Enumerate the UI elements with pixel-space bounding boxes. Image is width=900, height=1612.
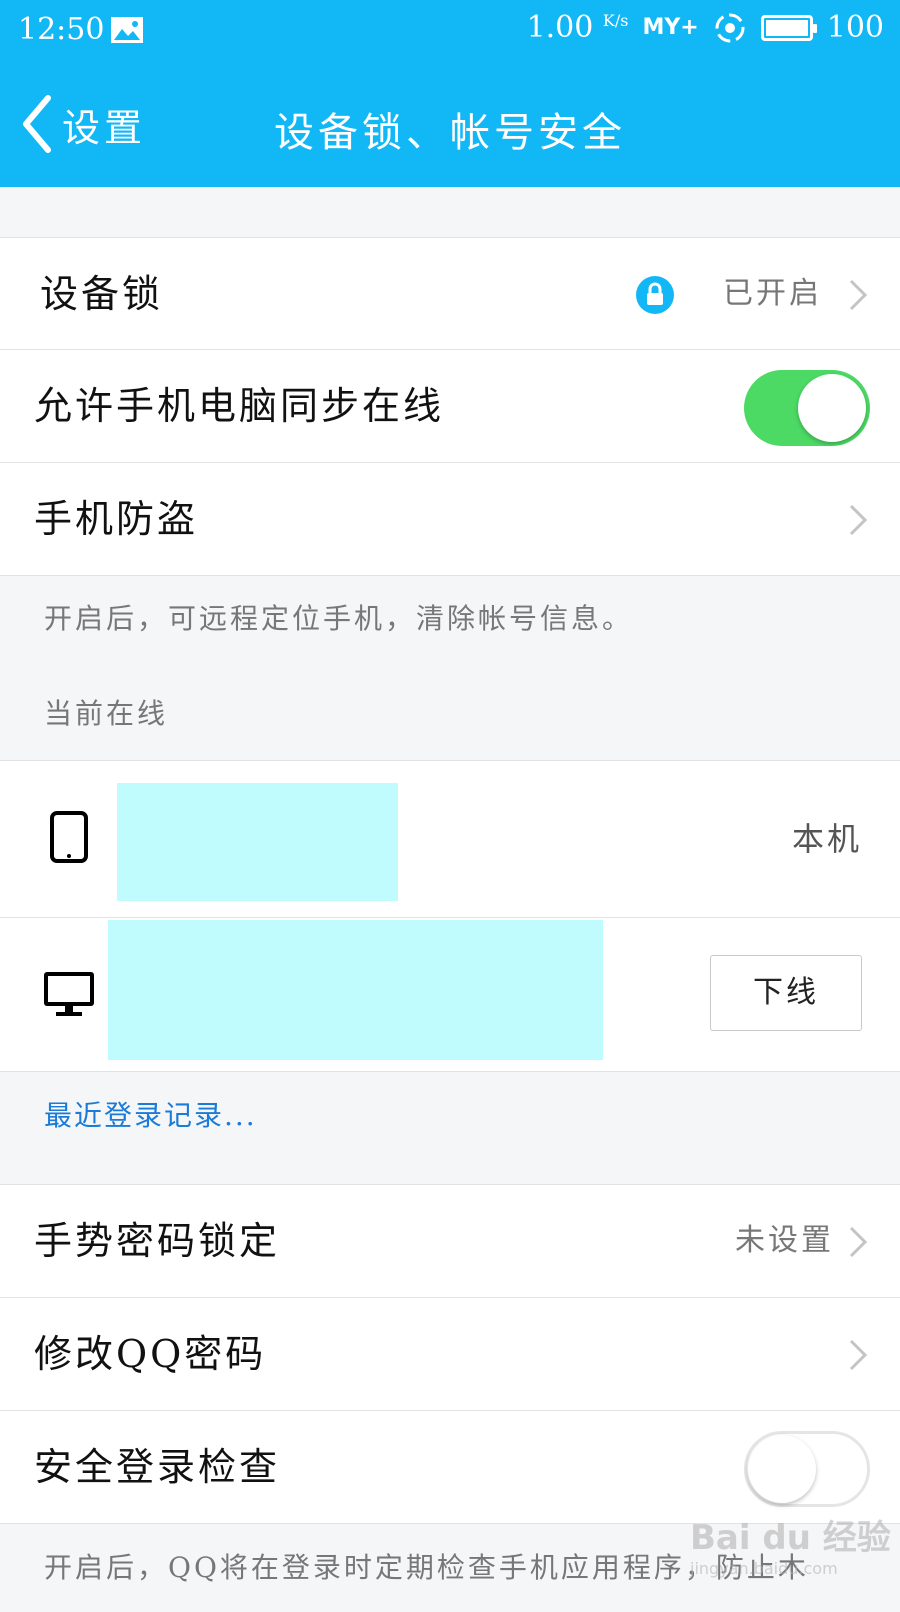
row-device-lock[interactable]: 设备锁 已开启 <box>0 237 900 350</box>
force-offline-button[interactable]: 下线 <box>710 955 862 1031</box>
baidu-watermark: Bai du 经验 jingyan.baidu.com <box>690 1518 891 1578</box>
change-password-label: 修改QQ密码 <box>34 1332 267 1376</box>
settings-list: 设备锁 已开启 允许手机电脑同步在线 手机防盗 开启后，可远程定位手机，清除帐号… <box>0 187 900 1604</box>
nav-bar: 设置 设备锁、帐号安全 <box>0 64 900 187</box>
gesture-lock-status: 未设置 <box>735 1223 834 1258</box>
chevron-right-icon <box>849 1226 868 1258</box>
safe-login-check-label: 安全登录检查 <box>34 1445 281 1489</box>
redacted-device-name <box>108 920 603 1060</box>
safe-login-check-toggle[interactable] <box>744 1431 870 1507</box>
online-section-header: 当前在线 <box>0 671 900 760</box>
battery-level: 100 <box>826 10 884 45</box>
chevron-right-icon <box>849 1339 868 1371</box>
sync-icon <box>715 13 745 42</box>
online-device-pc: 下线 <box>0 918 900 1072</box>
gesture-lock-label: 手势密码锁定 <box>34 1219 281 1263</box>
row-safe-login-check: 安全登录检查 <box>0 1411 900 1524</box>
anti-theft-label: 手机防盗 <box>34 497 199 541</box>
chevron-right-icon <box>849 279 868 311</box>
status-bar: 12:50 1.00 K/s MY+ 100 <box>0 0 900 64</box>
lock-icon <box>636 276 674 314</box>
carrier-icon: MY+ <box>642 14 699 40</box>
net-speed: 1.00 K/s <box>526 10 629 45</box>
this-device-tag: 本机 <box>791 820 862 858</box>
phone-icon <box>50 811 88 863</box>
page-title: 设备锁、帐号安全 <box>274 110 626 156</box>
battery-icon <box>760 14 817 41</box>
desktop-icon <box>44 972 94 1016</box>
row-gesture-lock[interactable]: 手势密码锁定 未设置 <box>0 1185 900 1298</box>
sync-online-toggle[interactable] <box>744 370 870 446</box>
row-change-password[interactable]: 修改QQ密码 <box>0 1298 900 1411</box>
sync-online-label: 允许手机电脑同步在线 <box>34 384 445 428</box>
chevron-right-icon <box>849 504 868 536</box>
anti-theft-description: 开启后，可远程定位手机，清除帐号信息。 <box>0 576 900 671</box>
online-device-phone: 本机 <box>0 760 900 918</box>
image-notification-icon <box>111 17 143 43</box>
row-anti-theft[interactable]: 手机防盗 <box>0 463 900 576</box>
redacted-device-name <box>117 783 398 901</box>
row-sync-online: 允许手机电脑同步在线 <box>0 350 900 463</box>
device-lock-status: 已开启 <box>723 276 822 311</box>
device-lock-label: 设备锁 <box>40 272 164 316</box>
recent-login-records-link[interactable]: 最近登录记录... <box>0 1072 900 1185</box>
status-time: 12:50 <box>18 12 105 47</box>
